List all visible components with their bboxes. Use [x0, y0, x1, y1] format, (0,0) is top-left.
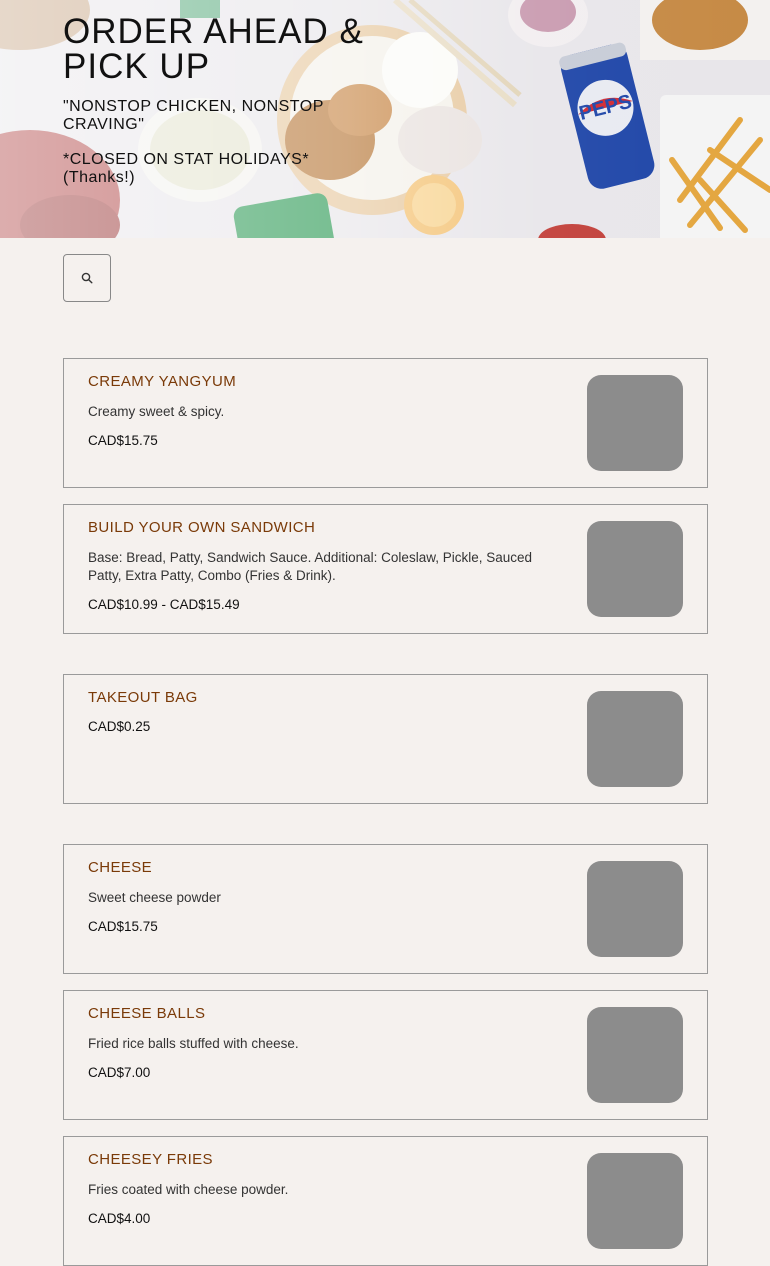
- menu-item-price: CAD$4.00: [88, 1211, 151, 1226]
- menu-item-name: BUILD YOUR OWN SANDWICH: [88, 519, 316, 536]
- hero-banner: PEPS ORDER AHEAD & PICK UP "NONSTOP CHIC…: [0, 0, 770, 238]
- menu-item-description: Creamy sweet & spicy.: [88, 404, 225, 419]
- menu-item-image: [587, 1153, 683, 1249]
- menu-item-price: CAD$7.00: [88, 1065, 151, 1080]
- search-icon: [81, 272, 93, 284]
- menu-item-description: Sweet cheese powder: [88, 890, 221, 905]
- menu-item-card[interactable]: CHEESE Sweet cheese powder CAD$15.75: [63, 844, 708, 974]
- menu-item-description: Fries coated with cheese powder.: [88, 1182, 289, 1197]
- menu-item-image: [587, 861, 683, 957]
- menu-item-name: TAKEOUT BAG: [88, 689, 198, 706]
- menu-item-card[interactable]: CHEESE BALLS Fried rice balls stuffed wi…: [63, 990, 708, 1120]
- menu-item-image: [587, 1007, 683, 1103]
- menu-item-description: Fried rice balls stuffed with cheese.: [88, 1036, 299, 1051]
- menu-item-price: CAD$15.75: [88, 433, 158, 448]
- hero-text: ORDER AHEAD & PICK UP "NONSTOP CHICKEN, …: [63, 14, 393, 187]
- menu-item-card[interactable]: CHEESEY FRIES Fries coated with cheese p…: [63, 1136, 708, 1266]
- menu-item-price: CAD$15.75: [88, 919, 158, 934]
- menu-item-card[interactable]: CREAMY YANGYUM Creamy sweet & spicy. CAD…: [63, 358, 708, 488]
- menu-item-name: CHEESE BALLS: [88, 1005, 206, 1022]
- menu-item-image: [587, 691, 683, 787]
- menu-item-card[interactable]: BUILD YOUR OWN SANDWICH Base: Bread, Pat…: [63, 504, 708, 634]
- menu-item-name: CREAMY YANGYUM: [88, 373, 237, 390]
- search-button[interactable]: [63, 254, 111, 302]
- hero-tagline: "NONSTOP CHICKEN, NONSTOP CRAVING": [63, 98, 324, 133]
- hero-holiday-note: *CLOSED ON STAT HOLIDAYS* (Thanks!): [63, 151, 310, 186]
- menu-item-description: Base: Bread, Patty, Sandwich Sauce. Addi…: [88, 550, 533, 583]
- menu-item-price: CAD$10.99 - CAD$15.49: [88, 597, 240, 612]
- menu-item-image: [587, 375, 683, 471]
- menu-item-name: CHEESE: [88, 859, 153, 876]
- menu-item-price: CAD$0.25: [88, 719, 151, 734]
- menu-item-image: [587, 521, 683, 617]
- menu-item-name: CHEESEY FRIES: [88, 1151, 213, 1168]
- menu-item-card[interactable]: TAKEOUT BAG CAD$0.25: [63, 674, 708, 804]
- page-title: ORDER AHEAD & PICK UP: [63, 12, 364, 86]
